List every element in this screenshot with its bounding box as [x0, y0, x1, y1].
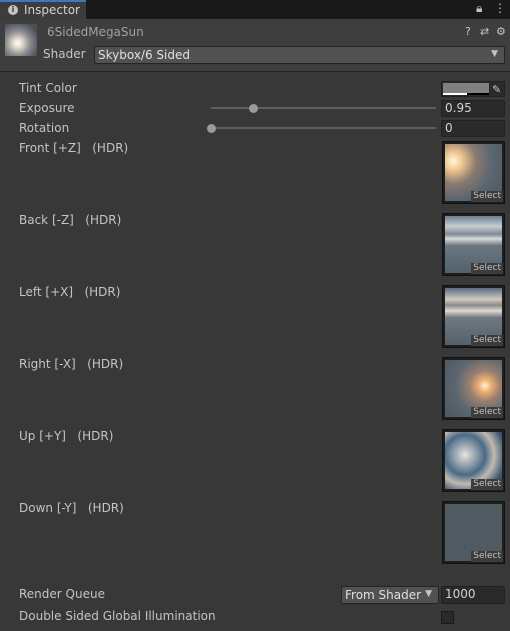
texture-slot-left[interactable]: Select	[442, 285, 505, 348]
texture-slot-down[interactable]: Select	[442, 501, 505, 564]
tab-bar: i Inspector 🔒︎ ⋮	[0, 0, 510, 19]
texture-slot-front[interactable]: Select	[442, 141, 505, 204]
exposure-label: Exposure	[19, 101, 75, 115]
rotation-label: Rotation	[19, 121, 70, 135]
texture-slot-right[interactable]: Select	[442, 357, 505, 420]
tint-color-label: Tint Color	[19, 81, 77, 95]
tint-color-swatch[interactable]	[443, 83, 489, 95]
select-button[interactable]: Select	[471, 551, 503, 562]
info-icon: i	[8, 5, 18, 15]
gear-icon[interactable]: ⚙	[496, 25, 506, 38]
render-queue-input[interactable]: 1000	[441, 586, 505, 604]
texture-label-back: Back [-Z] (HDR)	[19, 213, 122, 227]
texture-slot-back[interactable]: Select	[442, 213, 505, 276]
rotation-slider-handle[interactable]	[206, 124, 216, 133]
double-sided-gi-checkbox[interactable]	[441, 611, 454, 624]
texture-label-up: Up [+Y] (HDR)	[19, 429, 114, 443]
help-icon[interactable]: ?	[465, 25, 471, 38]
menu-icon[interactable]: ⋮	[494, 1, 506, 15]
lock-icon[interactable]: 🔒︎	[476, 1, 482, 16]
select-button[interactable]: Select	[471, 335, 503, 346]
dropdown-arrow-icon: ▼	[491, 49, 498, 59]
rotation-slider-track[interactable]	[211, 127, 436, 129]
render-queue-dropdown[interactable]: From Shader ▼	[341, 586, 439, 604]
exposure-slider-track[interactable]	[211, 107, 436, 109]
render-queue-label: Render Queue	[19, 587, 105, 601]
tint-color-field[interactable]: ✎	[441, 81, 505, 97]
select-button[interactable]: Select	[471, 191, 503, 202]
texture-label-right: Right [-X] (HDR)	[19, 357, 124, 371]
material-thumbnail	[5, 24, 37, 56]
exposure-slider-handle[interactable]	[249, 104, 259, 113]
rotation-input[interactable]: 0	[441, 120, 505, 137]
double-sided-gi-label: Double Sided Global Illumination	[19, 609, 216, 623]
texture-slot-up[interactable]: Select	[442, 429, 505, 492]
select-button[interactable]: Select	[471, 479, 503, 490]
texture-label-front: Front [+Z] (HDR)	[19, 141, 129, 155]
shader-dropdown[interactable]: Skybox/6 Sided ▼	[94, 46, 505, 64]
shader-value: Skybox/6 Sided	[98, 48, 190, 62]
render-queue-mode: From Shader	[345, 588, 422, 602]
tab-label: Inspector	[24, 3, 80, 17]
texture-label-down: Down [-Y] (HDR)	[19, 501, 124, 515]
eyedropper-icon[interactable]: ✎	[492, 83, 501, 96]
select-button[interactable]: Select	[471, 263, 503, 274]
tab-inspector[interactable]: i Inspector	[0, 0, 86, 19]
dropdown-arrow-icon: ▼	[425, 589, 432, 599]
shader-label: Shader	[43, 47, 86, 61]
material-title: 6SidedMegaSun	[47, 25, 144, 39]
sliders-icon[interactable]: ⇄	[480, 25, 489, 38]
exposure-input[interactable]: 0.95	[441, 100, 505, 117]
select-button[interactable]: Select	[471, 407, 503, 418]
inspector-header: 6SidedMegaSun ? ⇄ ⚙ Shader Skybox/6 Side…	[0, 19, 510, 72]
texture-label-left: Left [+X] (HDR)	[19, 285, 121, 299]
